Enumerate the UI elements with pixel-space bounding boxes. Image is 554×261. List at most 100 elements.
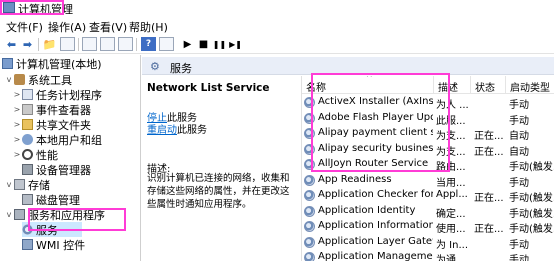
service-gear-icon [304, 112, 315, 124]
service-gear-icon [304, 97, 315, 108]
show-hide-tree-icon[interactable] [60, 37, 75, 51]
service-name: Application Management [318, 251, 433, 261]
table-row[interactable]: ActiveX Installer (AxInstSV)为人 ... 手动 [302, 95, 554, 111]
service-startup-type: 手动 [509, 115, 529, 127]
menu-help[interactable]: 帮助(H) [129, 19, 168, 35]
event-log-icon [22, 104, 33, 115]
service-name: ActiveX Installer (AxInstSV) [318, 96, 433, 107]
stop-icon[interactable]: ■ [196, 37, 211, 51]
tree-item-performance[interactable]: > 性能 [12, 147, 58, 162]
table-row[interactable]: AllJoyn Router Service 路由... 手动(触发... [302, 157, 554, 173]
tree-item-computer-management[interactable]: 计算机管理(本地) [2, 56, 102, 71]
tree-item-shared-folders[interactable]: > 共享文件夹 [12, 117, 91, 132]
performance-icon [22, 149, 33, 160]
column-header-description[interactable]: 描述 [434, 76, 471, 94]
service-description: 为 In... [436, 239, 469, 251]
service-startup-type: 手动(触发... [509, 162, 554, 173]
table-row[interactable]: Application Identity 确定... 手动(触发... [302, 204, 554, 220]
tree-item-event-viewer[interactable]: > 事件查看器 [12, 102, 91, 117]
restart-service-link[interactable]: 重启动 [147, 125, 177, 136]
chevron-right-icon[interactable]: > [12, 120, 22, 129]
tree-label: 事件查看器 [36, 103, 91, 117]
service-gear-icon [304, 159, 315, 170]
tree-item-task-scheduler[interactable]: > 任务计划程序 [12, 87, 102, 102]
service-name: Application Information [318, 220, 433, 231]
play-icon[interactable]: ▶ [180, 37, 195, 51]
service-description: 为支... [436, 131, 466, 142]
tree-item-wmi-control[interactable]: WMI 控件 [22, 237, 85, 252]
tree-label: 共享文件夹 [36, 118, 91, 132]
service-name: AllJoyn Router Service [318, 158, 429, 169]
services-gear-icon: ⚙ [150, 60, 160, 73]
help-icon[interactable]: ? [141, 37, 156, 51]
services-pane-header: ⚙ 服务 [142, 57, 554, 75]
properties-icon[interactable] [82, 37, 97, 51]
chevron-down-icon[interactable]: v [4, 210, 14, 219]
service-gear-icon [304, 252, 315, 261]
tree-label: 服务 [36, 223, 58, 237]
description-text: 识别计算机已连接的网络，收集和存储这些网络的属性，并在更改这些属性时通知应用程序… [147, 173, 290, 210]
service-description: 确定... [436, 208, 466, 220]
title-bar: 计算机管理 [0, 0, 554, 17]
arrow-left-icon[interactable]: ⬅ [4, 37, 19, 51]
tree-item-system-tools[interactable]: v 系统工具 [4, 72, 72, 87]
storage-icon [14, 179, 25, 190]
table-row[interactable]: App Readiness 当用... 手动 [302, 173, 554, 189]
table-row[interactable]: Alipay security business s...为支... 正在... 自… [302, 142, 554, 158]
service-gear-icon [304, 128, 315, 139]
column-header-status[interactable]: 状态 [471, 76, 506, 94]
table-row[interactable]: Adobe Flash Player Upda...此服... 手动 [302, 111, 554, 127]
navigation-tree: 计算机管理(本地) v 系统工具 > 任务计划程序 > 事件查看器 > 共享文件… [0, 55, 141, 261]
service-name: Adobe Flash Player Upda... [318, 111, 433, 123]
menu-file[interactable]: 文件(F) [6, 19, 43, 35]
menu-view[interactable]: 查看(V) [89, 19, 127, 35]
tree-item-local-users[interactable]: > 本地用户和组 [12, 132, 102, 147]
chevron-down-icon[interactable]: v [4, 180, 14, 189]
pane-title: 服务 [170, 62, 192, 75]
table-row[interactable]: Alipay payment client sec...为支... 正在... 自动 [302, 126, 554, 142]
service-gear-icon [304, 236, 315, 248]
tree-item-services-and-applications[interactable]: v 服务和应用程序 [4, 207, 105, 222]
shared-folder-icon [22, 119, 33, 130]
toolbar: ⬅ ➡ 📁 ? ▶ ■ ❚❚ ▶❚ [0, 34, 554, 54]
action-pane-icon[interactable] [159, 37, 174, 51]
chevron-down-icon[interactable]: v [4, 75, 14, 84]
service-status: 正在... [474, 224, 504, 235]
tree-item-disk-management[interactable]: 磁盘管理 [22, 192, 80, 207]
chevron-right-icon[interactable]: > [12, 90, 22, 99]
export-list-icon[interactable] [118, 37, 133, 51]
column-header-name[interactable]: ^ 名称 [302, 76, 434, 94]
service-gear-icon [304, 190, 315, 201]
table-row[interactable]: Application Information使用... 正在... 手动(触发..… [302, 219, 554, 235]
refresh-icon[interactable] [100, 37, 115, 51]
chevron-right-icon[interactable]: > [12, 135, 22, 144]
arrow-right-icon[interactable]: ➡ [20, 37, 35, 51]
restart-icon[interactable]: ▶❚ [228, 37, 243, 51]
tree-label: WMI 控件 [36, 238, 86, 252]
column-header-startup-type[interactable]: 启动类型 [506, 76, 554, 94]
service-description: 为人 ... [436, 100, 469, 111]
tree-item-device-manager[interactable]: 设备管理器 [22, 162, 91, 177]
tree-label: 服务和应用程序 [28, 208, 105, 222]
service-description-panel: Network List Service 停止此服务 重启动此服务 描述: 识别… [142, 76, 301, 261]
service-gear-icon [304, 143, 315, 155]
chevron-right-icon[interactable]: > [12, 105, 22, 114]
table-row[interactable]: Application Layer Gatewa...为 In... 手动 [302, 235, 554, 251]
sort-ascending-icon: ^ [366, 76, 373, 82]
restart-service-suffix: 此服务 [177, 125, 207, 136]
up-folder-icon[interactable]: 📁 [42, 37, 57, 51]
tree-item-storage[interactable]: v 存储 [4, 177, 50, 192]
service-status: 正在... [474, 146, 504, 158]
tree-item-services[interactable]: 服务 [22, 222, 82, 237]
table-row[interactable]: Application Management 为通... 手动 [302, 250, 554, 261]
tree-label: 磁盘管理 [36, 193, 80, 207]
pause-icon[interactable]: ❚❚ [212, 37, 227, 51]
menu-action[interactable]: 操作(A) [48, 19, 86, 35]
tree-label: 计算机管理(本地) [16, 57, 102, 71]
chevron-right-icon[interactable]: > [12, 150, 22, 159]
table-row[interactable]: Application Checker for ...Appl... 正在... 手… [302, 188, 554, 204]
service-startup-type: 手动(触发... [509, 224, 554, 235]
service-startup-type: 手动(触发... [509, 208, 554, 220]
service-name: Application Identity [318, 204, 416, 216]
tools-icon [14, 74, 25, 85]
